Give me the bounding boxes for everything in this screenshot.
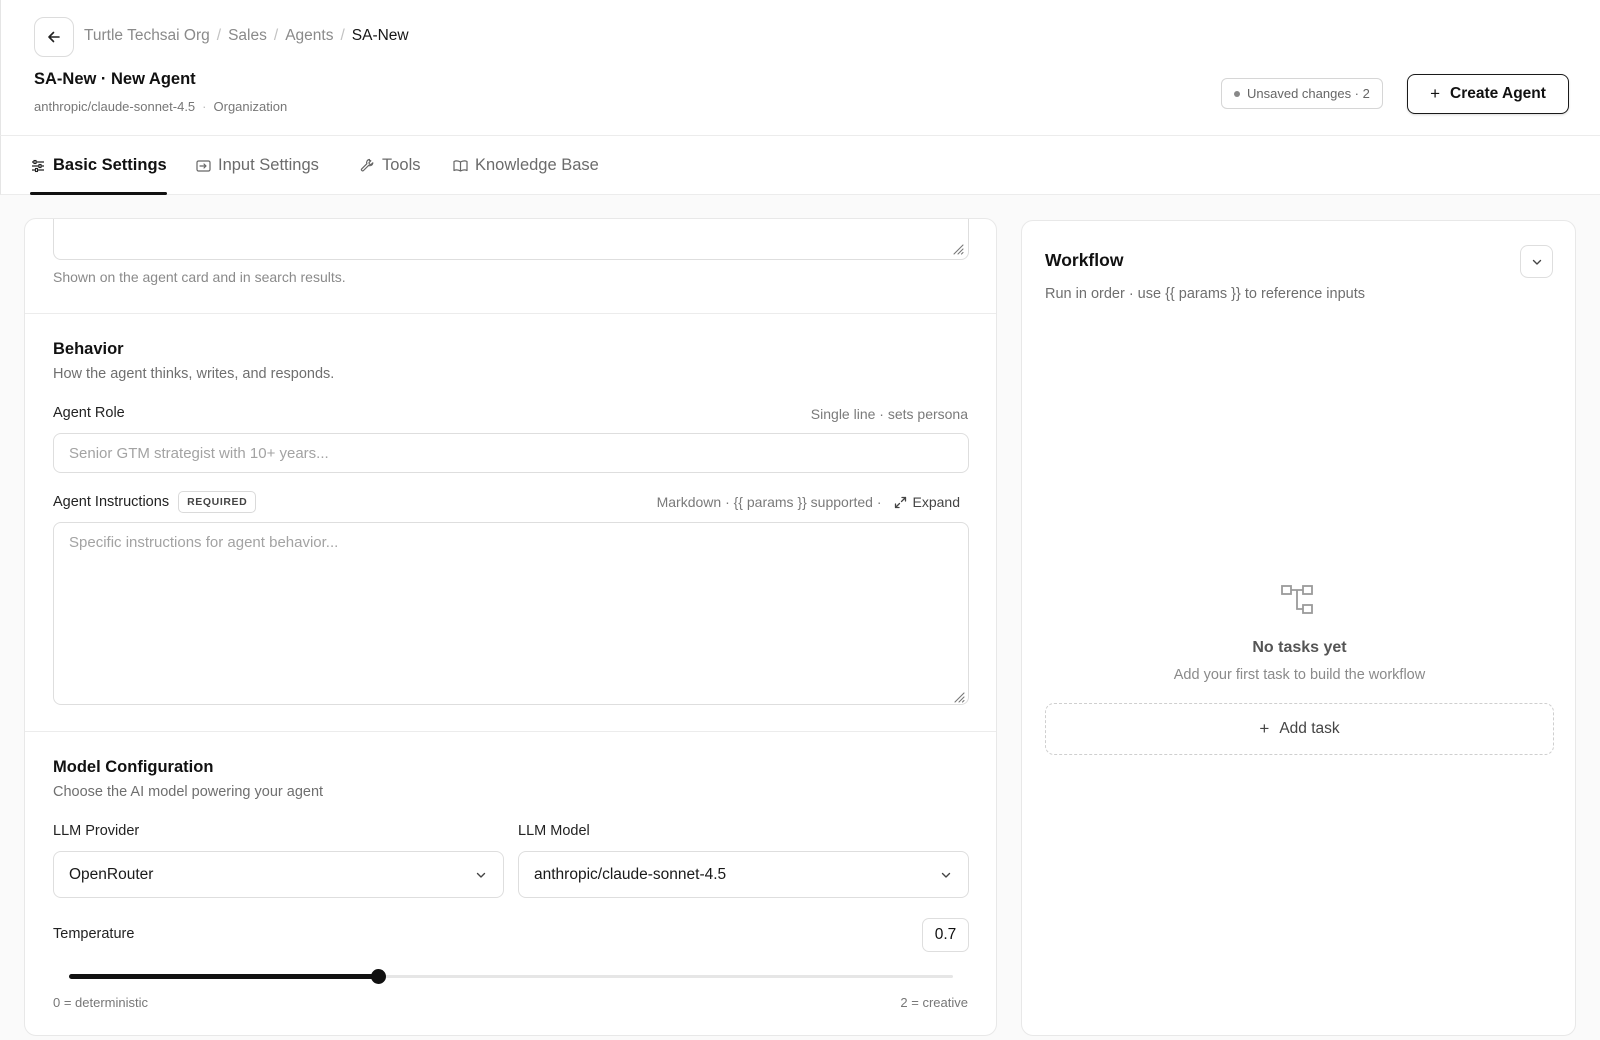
llm-provider-value: OpenRouter	[69, 865, 154, 883]
page-title: SA-New · New Agent	[34, 70, 196, 88]
section-divider	[25, 731, 996, 732]
temperature-slider[interactable]	[69, 969, 953, 984]
description-hint: Shown on the agent card and in search re…	[53, 269, 346, 285]
workflow-collapse-button[interactable]	[1520, 245, 1553, 278]
book-icon	[452, 158, 468, 174]
tab-input-settings[interactable]: Input Settings	[195, 136, 319, 195]
empty-state-subtitle: Add your first task to build the workflo…	[1173, 667, 1426, 683]
arrow-left-icon	[48, 31, 60, 43]
tab-knowledge-base[interactable]: Knowledge Base	[452, 136, 599, 195]
expand-button[interactable]: Expand	[894, 494, 960, 510]
unsaved-changes-badge: Unsaved changes · 2	[1221, 78, 1383, 109]
agent-role-meta: Single line · sets persona	[810, 406, 968, 422]
unsaved-changes-label: Unsaved changes · 2	[1247, 86, 1370, 101]
plus-icon: +	[1430, 84, 1441, 103]
breadcrumb-agents[interactable]: Agents	[285, 27, 333, 45]
tab-basic-settings[interactable]: Basic Settings	[30, 136, 167, 195]
temperature-min-label: 0 = deterministic	[53, 995, 149, 1010]
tab-label: Tools	[382, 156, 421, 174]
breadcrumb-org[interactable]: Turtle Techsai Org	[84, 27, 210, 45]
breadcrumb-separator: /	[273, 27, 279, 44]
temperature-slider-thumb[interactable]	[371, 969, 387, 984]
llm-model-select[interactable]: anthropic/claude-sonnet-4.5	[518, 851, 969, 898]
sliders-icon	[30, 158, 46, 174]
chevron-down-icon	[476, 872, 486, 878]
section-divider	[25, 313, 996, 314]
workflow-panel: Workflow Run in order · use {{ params }}…	[1021, 220, 1576, 1036]
agent-instructions-meta-row: Markdown · {{ params }} supported · Expa…	[657, 494, 960, 510]
wrench-icon	[359, 158, 375, 174]
tab-tools[interactable]: Tools	[359, 136, 421, 195]
tab-label: Basic Settings	[53, 156, 167, 174]
breadcrumb: Turtle Techsai Org / Sales / Agents / SA…	[84, 27, 409, 45]
breadcrumb-separator: /	[216, 27, 222, 44]
chevron-down-icon	[1532, 259, 1541, 265]
agent-instructions-textarea[interactable]	[53, 522, 969, 705]
description-textarea[interactable]	[53, 219, 969, 260]
breadcrumb-separator: /	[340, 27, 345, 44]
resize-grip-icon[interactable]	[951, 689, 965, 703]
behavior-section-subtitle: How the agent thinks, writes, and respon…	[53, 366, 335, 382]
expand-icon	[894, 496, 906, 508]
temperature-slider-fill	[69, 974, 379, 979]
page-subtitle: anthropic/claude-sonnet-4.5 · Organizati…	[34, 99, 287, 114]
create-agent-label: Create Agent	[1450, 85, 1546, 102]
required-badge: REQUIRED	[178, 491, 257, 513]
tab-label: Knowledge Base	[475, 156, 599, 174]
model-config-section-title: Model Configuration	[53, 758, 214, 776]
add-task-button[interactable]: + Add task	[1045, 703, 1554, 755]
basic-settings-panel: Shown on the agent card and in search re…	[24, 218, 997, 1036]
back-button[interactable]	[34, 17, 74, 57]
breadcrumb-team[interactable]: Sales	[228, 27, 267, 45]
temperature-label: Temperature	[53, 926, 135, 942]
workflow-icon	[1281, 585, 1313, 614]
add-task-label: Add task	[1279, 720, 1340, 737]
agent-instructions-label-row: Agent Instructions REQUIRED	[53, 491, 257, 513]
tab-label: Input Settings	[218, 156, 319, 174]
chevron-down-icon	[941, 872, 951, 878]
resize-grip-icon[interactable]	[950, 241, 964, 255]
subtitle-separator: ·	[202, 99, 207, 114]
llm-provider-select[interactable]: OpenRouter	[53, 851, 504, 898]
empty-state-title: No tasks yet	[1252, 639, 1347, 656]
workflow-subtitle: Run in order · use {{ params }} to refer…	[1045, 286, 1365, 302]
llm-model-label: LLM Model	[518, 823, 590, 839]
plus-icon: +	[1259, 719, 1270, 738]
agent-role-label: Agent Role	[53, 405, 125, 421]
agent-instructions-meta: Markdown · {{ params }} supported ·	[656, 494, 882, 510]
llm-provider-label: LLM Provider	[53, 823, 140, 839]
input-icon	[195, 158, 211, 174]
model-config-section-subtitle: Choose the AI model powering your agent	[53, 784, 324, 800]
breadcrumb-current: SA-New	[351, 27, 409, 44]
agent-scope-label: Organization	[213, 99, 288, 114]
agent-instructions-label: Agent Instructions	[53, 494, 170, 510]
workflow-title: Workflow	[1045, 250, 1124, 270]
agent-model-label: anthropic/claude-sonnet-4.5	[34, 99, 196, 114]
temperature-max-label: 2 = creative	[900, 995, 968, 1010]
expand-label: Expand	[912, 494, 960, 510]
tab-bar: Basic Settings Input Settings Tools Know…	[0, 136, 1600, 195]
agent-role-input[interactable]	[53, 433, 969, 473]
temperature-value-input[interactable]: 0.7	[922, 918, 969, 952]
behavior-section-title: Behavior	[53, 340, 124, 358]
create-agent-button[interactable]: + Create Agent	[1407, 74, 1569, 114]
page-header: Turtle Techsai Org / Sales / Agents / SA…	[0, 0, 1600, 136]
llm-model-value: anthropic/claude-sonnet-4.5	[534, 865, 727, 883]
status-dot-icon	[1234, 90, 1240, 97]
